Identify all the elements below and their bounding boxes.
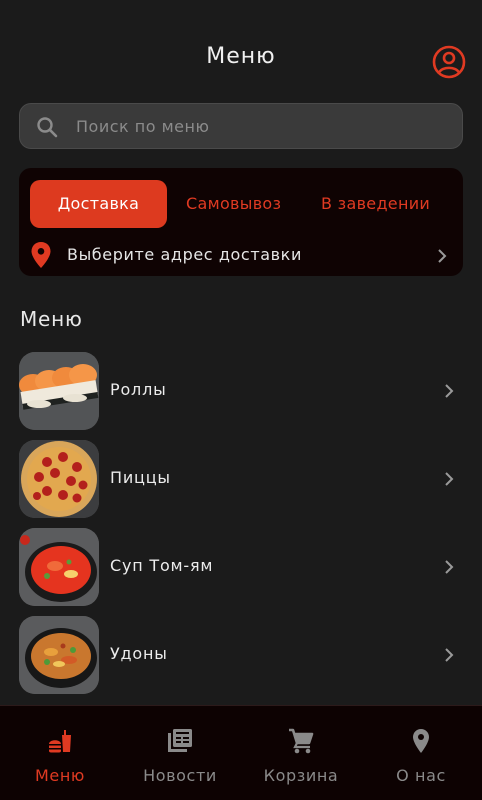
tom-yum-image [19,528,99,606]
pizza-image [19,440,99,518]
chevron-right-icon [445,472,454,486]
delivery-address-selector[interactable]: Выберите адрес доставки [19,242,463,270]
menu-item-label: Пиццы [110,468,171,487]
location-pin-icon [31,242,51,268]
nav-item-cart[interactable]: Корзина [241,706,361,800]
fastfood-icon [49,730,71,753]
nav-label-menu: Меню [35,766,85,785]
bottom-navigation: Меню Новости Корзина О нас [0,705,482,800]
page-title: Меню [206,44,276,69]
user-icon [432,45,466,79]
app-screen: Меню Доставка Самовывоз В заведении Выбе… [0,0,482,800]
cart-icon [289,728,314,754]
delivery-mode-panel: Доставка Самовывоз В заведении Выберите … [19,168,463,276]
nav-item-news[interactable]: Новости [120,706,240,800]
menu-item-label: Удоны [110,644,168,663]
news-icon [168,729,192,752]
tab-dine-in[interactable]: В заведении [321,180,430,228]
search-icon [37,117,58,138]
tab-pickup[interactable]: Самовывоз [186,180,281,228]
chevron-right-icon [445,648,454,662]
profile-button[interactable] [432,45,466,79]
menu-item-label: Роллы [110,380,167,399]
tab-delivery[interactable]: Доставка [30,180,167,228]
menu-item-udon[interactable]: Удоны [0,616,482,696]
chevron-right-icon [445,560,454,574]
search-input[interactable] [76,104,446,148]
menu-item-pizza[interactable]: Пиццы [0,440,482,520]
menu-item-label: Суп Том-ям [110,556,214,575]
menu-item-rolls[interactable]: Роллы [0,352,482,432]
chevron-right-icon [438,249,447,263]
nav-item-about[interactable]: О нас [361,706,481,800]
delivery-address-prompt: Выберите адрес доставки [67,245,302,264]
section-title: Меню [20,307,83,331]
chevron-right-icon [445,384,454,398]
nav-label-about: О нас [396,766,446,785]
udon-image [19,616,99,694]
search-bar[interactable] [19,103,463,149]
nav-label-cart: Корзина [263,766,339,785]
nav-item-menu[interactable]: Меню [0,706,120,800]
location-icon [413,729,429,753]
header: Меню [0,0,482,100]
nav-label-news: Новости [143,766,217,785]
rolls-image [19,352,99,430]
menu-item-tom-yum[interactable]: Суп Том-ям [0,528,482,608]
